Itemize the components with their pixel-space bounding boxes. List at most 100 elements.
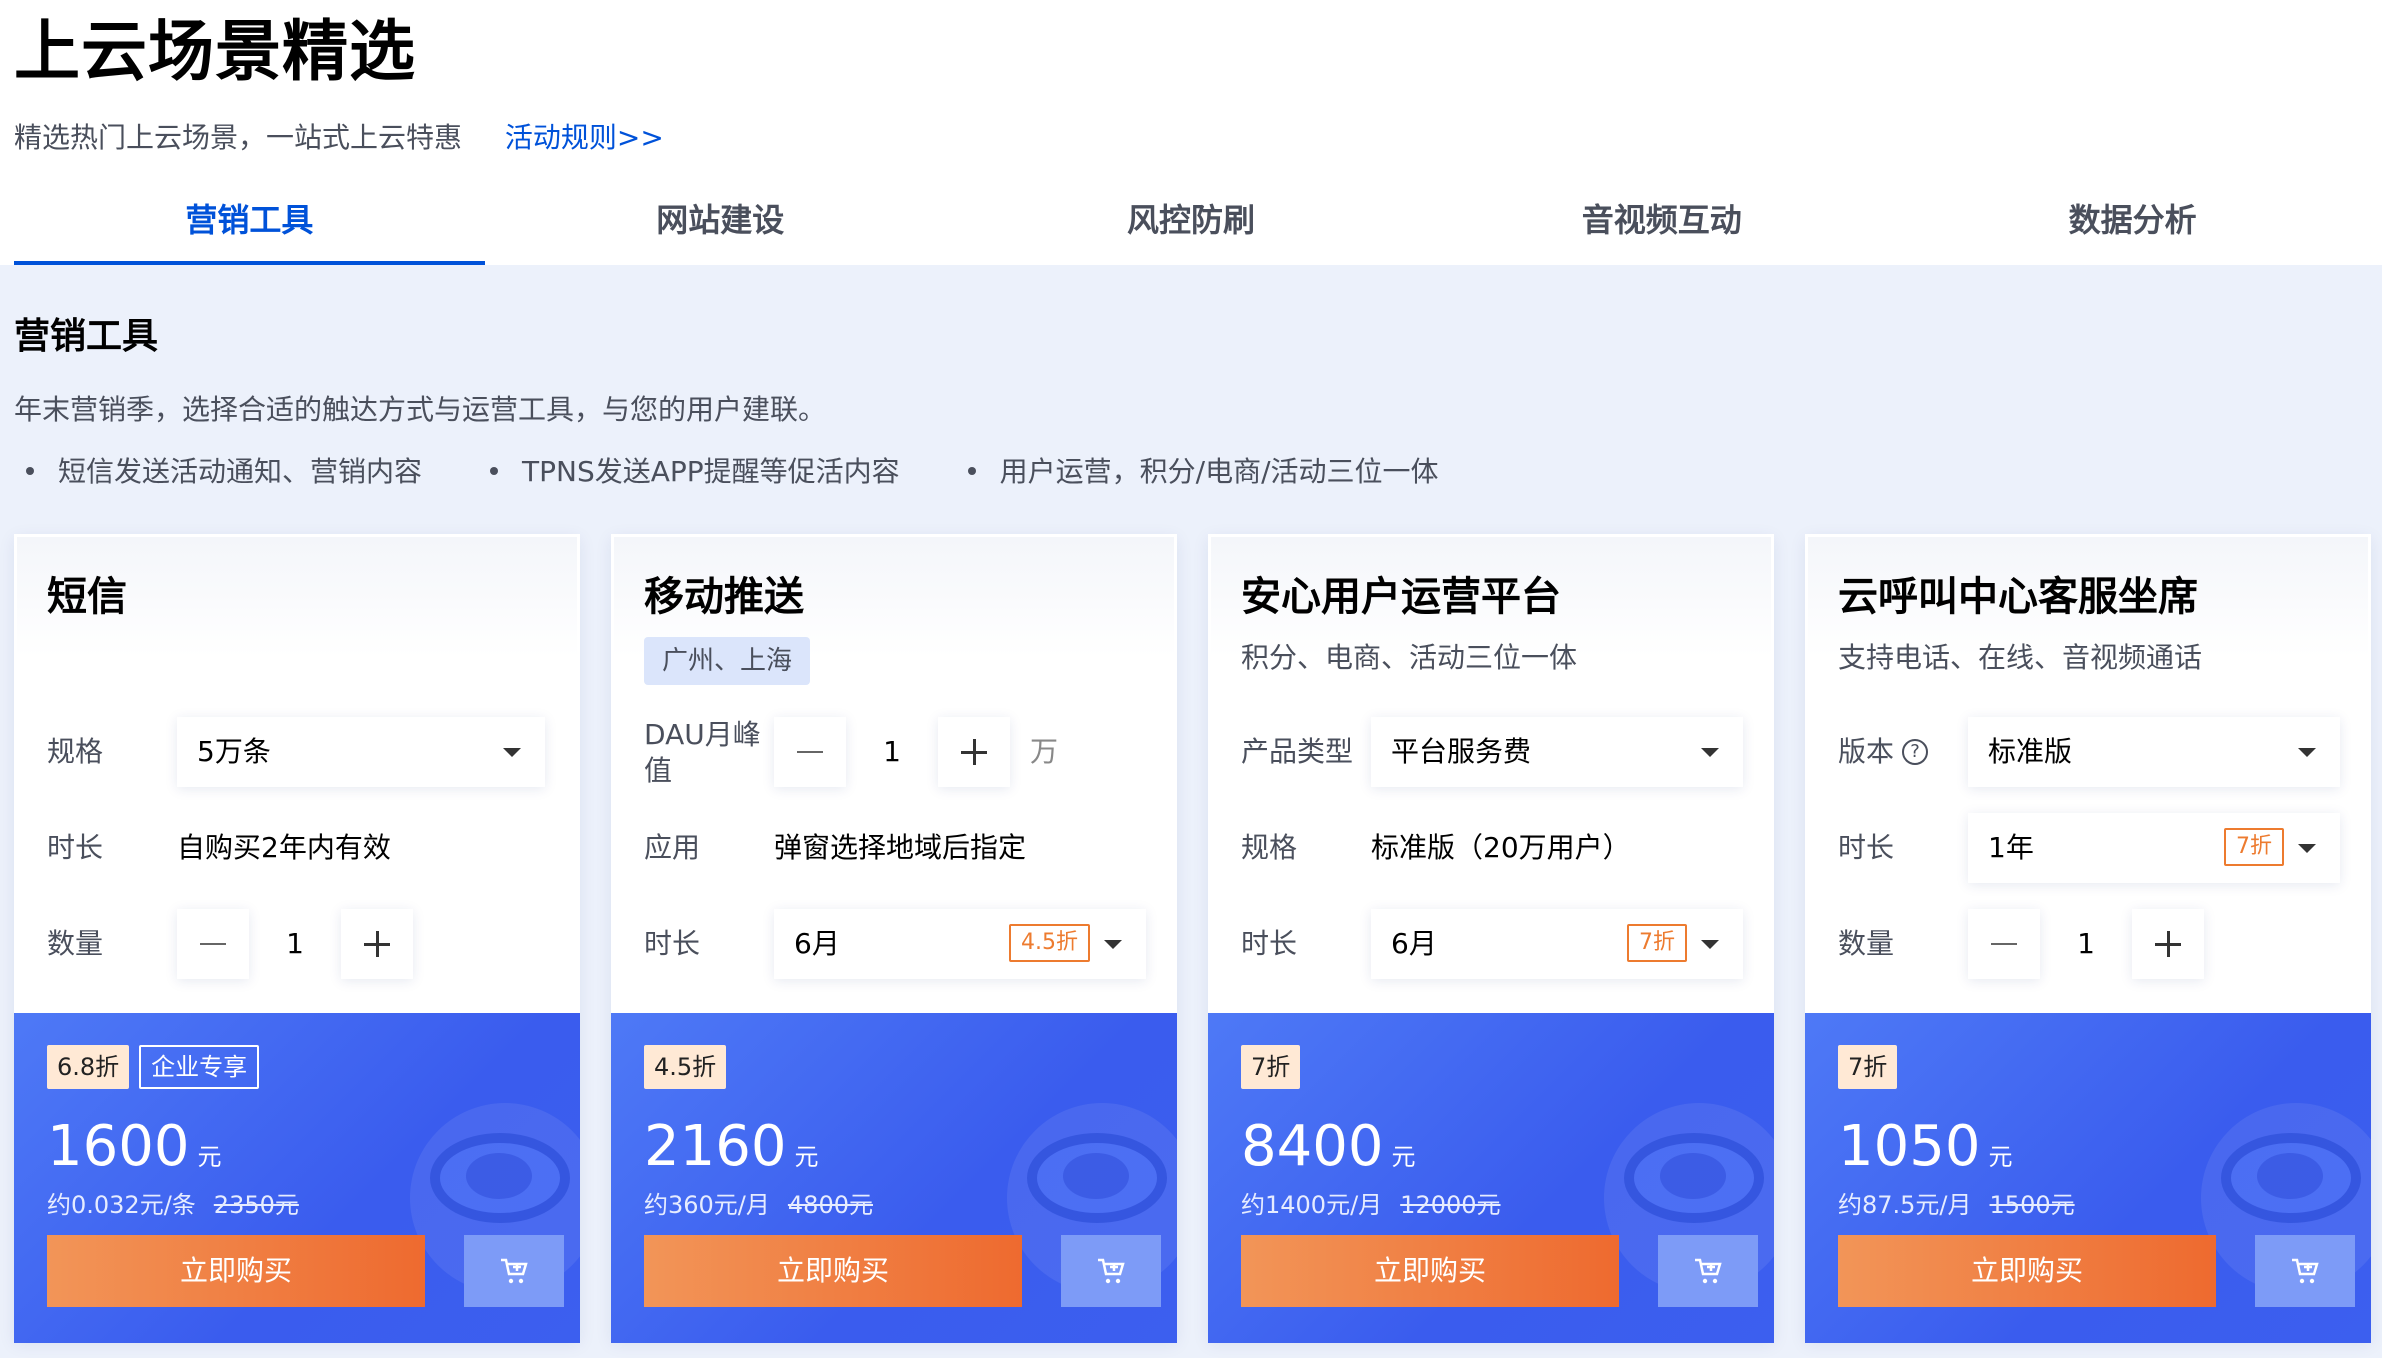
unit-price: 约360元/月 — [644, 1191, 770, 1219]
discount-badge: 7折 — [1241, 1045, 1301, 1089]
unit-price: 约87.5元/月 — [1838, 1191, 1972, 1219]
price-amount: 8400 — [1241, 1114, 1384, 1179]
product-card-user-ops: 安心用户运营平台 积分、电商、活动三位一体 产品类型 平台服务费 规格 标准版（… — [1208, 534, 1774, 1343]
duration-select[interactable]: 6月 4.5折 — [774, 909, 1146, 979]
activity-rules-link[interactable]: 活动规则>> — [505, 121, 664, 154]
version-select[interactable]: 标准版 — [1968, 717, 2340, 787]
list-item: 短信发送活动通知、营销内容 — [14, 450, 422, 494]
bullet-text: TPNS发送APP提醒等促活内容 — [522, 455, 900, 488]
card-title: 短信 — [47, 574, 127, 620]
page-title: 上云场景精选 — [14, 13, 416, 90]
chevron-down-icon — [1104, 940, 1122, 949]
bullet-dot-icon — [26, 467, 34, 475]
tab-audio-video[interactable]: 音视频互动 — [1426, 180, 1897, 265]
badge-group: 7折 — [1838, 1045, 1907, 1089]
duration-discount-badge: 4.5折 — [1009, 924, 1090, 962]
quantity-input[interactable]: 1 — [249, 909, 341, 979]
duration-value: 自购买2年内有效 — [177, 831, 391, 864]
dau-label: DAU月峰值 — [644, 718, 761, 787]
price-detail: 约1400元/月 12000元 — [1241, 1187, 1501, 1223]
tab-website-building[interactable]: 网站建设 — [485, 180, 956, 265]
tab-marketing-tools[interactable]: 营销工具 — [14, 180, 485, 265]
badge-group: 4.5折 — [644, 1045, 736, 1089]
enterprise-badge: 企业专享 — [139, 1045, 260, 1089]
cart-icon — [1098, 1258, 1125, 1284]
plus-button[interactable] — [938, 717, 1010, 787]
price-panel: 6.8折 企业专享 1600 元 约0.032元/条 2350元 立即购买 — [14, 1013, 580, 1343]
unit-price: 约1400元/月 — [1241, 1191, 1383, 1219]
cart-icon — [2292, 1258, 2319, 1284]
dau-input[interactable]: 1 — [846, 717, 938, 787]
card-title: 安心用户运营平台 — [1241, 574, 1561, 620]
price-panel: 4.5折 2160 元 约360元/月 4800元 立即购买 — [611, 1013, 1177, 1343]
bullet-text: 短信发送活动通知、营销内容 — [58, 455, 423, 488]
list-item: 用户运营，积分/电商/活动三位一体 — [956, 450, 1439, 494]
type-label: 产品类型 — [1241, 735, 1354, 768]
duration-select[interactable]: 1年 7折 — [1968, 813, 2340, 883]
type-select-value: 平台服务费 — [1391, 735, 1532, 768]
duration-label: 时长 — [644, 927, 701, 960]
original-price: 2350元 — [213, 1191, 299, 1219]
version-select-value: 标准版 — [1988, 735, 2073, 768]
add-to-cart-button[interactable] — [2255, 1235, 2355, 1307]
add-to-cart-button[interactable] — [1658, 1235, 1758, 1307]
minus-button[interactable] — [774, 717, 846, 787]
buy-now-button[interactable]: 立即购买 — [1838, 1235, 2216, 1307]
buy-now-button[interactable]: 立即购买 — [1241, 1235, 1619, 1307]
quantity-input[interactable]: 1 — [2040, 909, 2132, 979]
price-detail: 约0.032元/条 2350元 — [47, 1187, 299, 1223]
price-unit: 元 — [794, 1143, 819, 1171]
section-description: 年末营销季，选择合适的触达方式与运营工具，与您的用户建联。 — [14, 393, 827, 426]
version-label-group: 版本? — [1838, 717, 1958, 787]
price: 1600 元 — [47, 1107, 222, 1197]
list-item: TPNS发送APP提醒等促活内容 — [478, 450, 900, 494]
buy-now-button[interactable]: 立即购买 — [644, 1235, 1022, 1307]
price-amount: 2160 — [644, 1114, 787, 1179]
bullet-dot-icon — [490, 467, 499, 475]
price-detail: 约87.5元/月 1500元 — [1838, 1187, 2075, 1223]
minus-button[interactable] — [1968, 909, 2040, 979]
duration-label: 时长 — [1241, 927, 1298, 960]
duration-discount-badge: 7折 — [1627, 924, 1687, 962]
original-price: 4800元 — [787, 1191, 873, 1219]
original-price: 1500元 — [1989, 1191, 2075, 1219]
price: 1050 元 — [1838, 1107, 2013, 1197]
price-amount: 1600 — [47, 1114, 190, 1179]
type-select[interactable]: 平台服务费 — [1371, 717, 1743, 787]
decoration — [2257, 1153, 2323, 1199]
quantity-label: 数量 — [47, 927, 104, 960]
price-amount: 1050 — [1838, 1114, 1981, 1179]
duration-select[interactable]: 6月 7折 — [1371, 909, 1743, 979]
quantity-stepper: 1 — [177, 909, 413, 979]
duration-label: 时长 — [47, 831, 104, 864]
question-circle-icon[interactable]: ? — [1902, 739, 1929, 765]
price: 8400 元 — [1241, 1107, 1416, 1197]
price-panel: 7折 8400 元 约1400元/月 12000元 立即购买 — [1208, 1013, 1774, 1343]
product-card-sms: 短信 规格 5万条 时长 自购买2年内有效 数量 1 6.8折 企业专享 160… — [14, 534, 580, 1343]
product-card-push: 移动推送 广州、上海 DAU月峰值 1 万 应用 弹窗选择地域后指定 时长 6月… — [611, 534, 1177, 1343]
feature-bullets: 短信发送活动通知、营销内容 TPNS发送APP提醒等促活内容 用户运营，积分/电… — [14, 450, 1495, 494]
discount-badge: 4.5折 — [644, 1045, 727, 1089]
price-unit: 元 — [1391, 1143, 1416, 1171]
card-title: 移动推送 — [644, 574, 804, 620]
minus-button[interactable] — [177, 909, 249, 979]
scene-tabs: 营销工具 网站建设 风控防刷 音视频互动 数据分析 — [14, 180, 2368, 265]
buy-now-button[interactable]: 立即购买 — [47, 1235, 425, 1307]
cart-icon — [501, 1258, 528, 1284]
chevron-down-icon — [2298, 748, 2316, 757]
spec-value: 标准版（20万用户） — [1371, 831, 1631, 864]
decoration — [1063, 1153, 1129, 1199]
badge-group: 6.8折 企业专享 — [47, 1045, 260, 1089]
add-to-cart-button[interactable] — [464, 1235, 564, 1307]
card-subtitle: 积分、电商、活动三位一体 — [1241, 641, 1578, 674]
plus-button[interactable] — [341, 909, 413, 979]
tab-risk-control[interactable]: 风控防刷 — [956, 180, 1427, 265]
decoration — [466, 1153, 532, 1199]
add-to-cart-button[interactable] — [1061, 1235, 1161, 1307]
bullet-text: 用户运营，积分/电商/活动三位一体 — [999, 455, 1439, 488]
dau-unit: 万 — [1030, 735, 1059, 768]
tab-data-analysis[interactable]: 数据分析 — [1897, 180, 2368, 265]
duration-discount-badge: 7折 — [2224, 828, 2284, 866]
plus-button[interactable] — [2132, 909, 2204, 979]
spec-select[interactable]: 5万条 — [177, 717, 545, 787]
